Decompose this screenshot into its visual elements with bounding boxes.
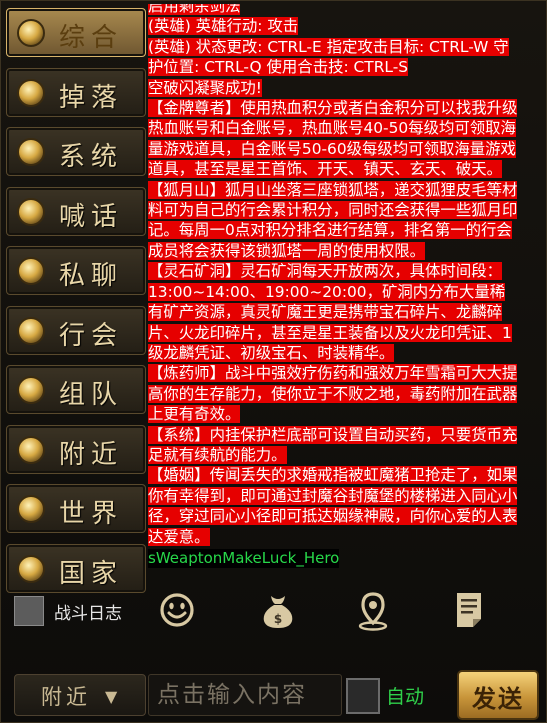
- hero-name-link[interactable]: sWeaptonMakeLuck_Hero: [148, 548, 340, 568]
- chat-toolbar: 战斗日志 $: [0, 588, 547, 636]
- chat-message: 【金牌尊者】使用热血积分或者白金积分可以找我升级热血账号和白金账号，热血账号40…: [148, 99, 518, 179]
- chat-message: 【狐月山】狐月山坐落三座锁狐塔，递交狐狸皮毛等材料可为自己的行会累计积分，同时还…: [148, 180, 518, 260]
- tab-shout[interactable]: 喊话: [6, 186, 146, 236]
- battle-log-checkbox[interactable]: [14, 596, 44, 626]
- chat-message: 【系统】内挂保护栏底部可设置自动买药，只要货币充足就有续航的能力。: [148, 425, 518, 464]
- triangle-down-icon: ▼: [105, 687, 118, 706]
- tab-bullet-icon: [17, 257, 45, 285]
- send-button[interactable]: 发送: [457, 670, 539, 720]
- chat-message: 【炼药师】战斗中强效疗伤药和强效万年雪霜可大大提高你的生存能力，使你立于不败之地…: [148, 364, 518, 424]
- tab-label: 组队: [59, 380, 124, 410]
- tab-label: 私聊: [59, 261, 124, 291]
- tab-system[interactable]: 系统: [6, 127, 146, 176]
- tab-nearby[interactable]: 附近: [6, 424, 146, 474]
- message-input-wrapper: [148, 674, 342, 716]
- tab-drops[interactable]: 掉落: [6, 67, 146, 117]
- location-pin-icon[interactable]: [352, 588, 394, 632]
- money-bag-icon[interactable]: $: [257, 588, 299, 632]
- tab-label: 国家: [59, 558, 124, 589]
- battle-log-label: 战斗日志: [54, 604, 122, 624]
- tab-label: 世界: [59, 499, 124, 529]
- notepad-icon[interactable]: [449, 588, 491, 632]
- channel-dropdown[interactable]: 附近 ▼: [14, 674, 146, 716]
- tab-bullet-icon: [17, 316, 45, 345]
- tab-label: 综合: [59, 23, 124, 53]
- channel-tabs: 综合 掉落 系统 喊话 私聊 行会 组队 附近 世界 国家: [6, 8, 146, 603]
- smiley-icon[interactable]: [156, 588, 198, 632]
- chat-message: (英雄) 状态更改: CTRL-E 指定攻击目标: CTRL-W 守护位置: C…: [148, 37, 509, 77]
- auto-label: 自动: [386, 686, 425, 708]
- send-label: 发送: [472, 685, 524, 713]
- chat-input-bar: 附近 ▼ 自动 发送: [10, 670, 540, 720]
- tab-label: 喊话: [59, 201, 124, 232]
- svg-text:$: $: [274, 612, 282, 626]
- tab-private[interactable]: 私聊: [6, 246, 146, 295]
- tab-nation[interactable]: 国家: [6, 543, 146, 593]
- tab-label: 附近: [59, 439, 124, 470]
- tab-bullet-icon: [17, 376, 45, 404]
- tab-bullet-icon: [17, 554, 45, 583]
- chat-message: 【婚姻】传闻丢失的求婚戒指被虹魔猪卫抢走了，如果你有幸得到，即可通过封魔谷封魔堡…: [148, 466, 518, 546]
- tab-label: 行会: [59, 320, 124, 351]
- chat-message: (英雄) 英雄行动: 攻击: [148, 17, 299, 36]
- tab-bullet-icon: [17, 197, 45, 226]
- tab-team[interactable]: 组队: [6, 365, 146, 414]
- channel-selected: 附近: [41, 685, 91, 709]
- tab-all[interactable]: 综合: [6, 8, 146, 57]
- tab-bullet-icon: [17, 138, 45, 166]
- tab-bullet-icon: [17, 495, 45, 523]
- tab-label: 系统: [59, 142, 124, 172]
- chat-message: 空破闪凝聚成功!: [148, 78, 262, 97]
- tab-bullet-icon: [17, 435, 45, 464]
- auto-checkbox[interactable]: [346, 678, 380, 714]
- chat-message: 【灵石矿洞】灵石矿洞每天开放两次，具体时间段：13:00~14:00、19:00…: [148, 262, 512, 362]
- tab-bullet-icon: [17, 78, 45, 107]
- tab-guild[interactable]: 行会: [6, 305, 146, 355]
- tab-bullet-icon: [17, 19, 45, 47]
- tab-world[interactable]: 世界: [6, 484, 146, 533]
- tab-label: 掉落: [59, 82, 124, 113]
- chat-message: 启用剩余剑法: [148, 4, 241, 15]
- chat-log[interactable]: 启用剩余剑法 (英雄) 英雄行动: 攻击 (英雄) 状态更改: CTRL-E 指…: [148, 4, 520, 578]
- message-input[interactable]: [149, 675, 341, 715]
